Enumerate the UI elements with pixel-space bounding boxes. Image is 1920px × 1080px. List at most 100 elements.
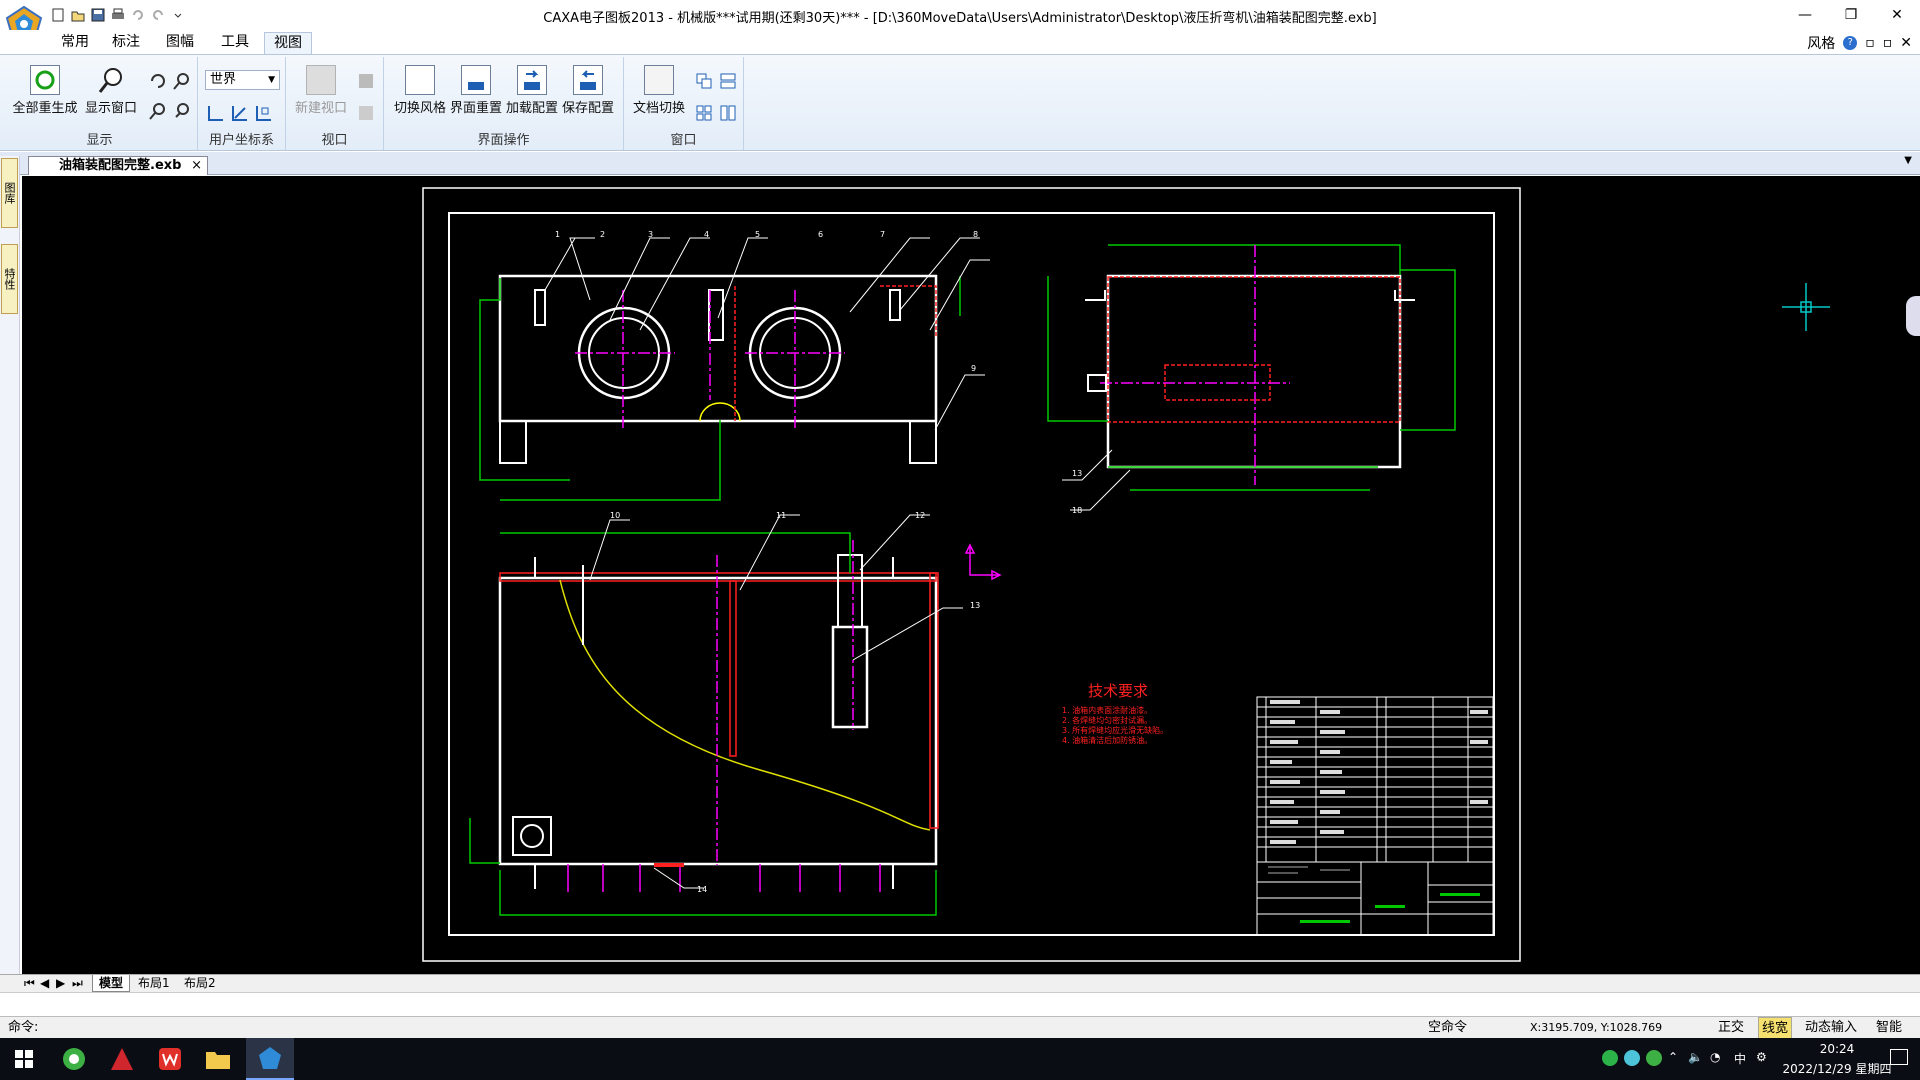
ucs-select[interactable]: 世界 ▼ <box>205 70 280 90</box>
browser-360-icon[interactable] <box>50 1038 98 1080</box>
tab-view[interactable]: 视图 <box>264 32 312 54</box>
zoom-icon[interactable] <box>172 71 192 91</box>
doc-switch-button[interactable]: 文档切换 <box>628 65 690 116</box>
windows-start-icon[interactable] <box>0 1038 48 1080</box>
first-tab-icon[interactable]: ⏮ <box>24 976 35 991</box>
ime-mode-icon[interactable]: ⚙ <box>1756 1050 1767 1064</box>
layout-tab-model[interactable]: 模型 <box>92 975 131 992</box>
notification-icon[interactable] <box>1890 1049 1908 1065</box>
autocad-icon[interactable] <box>98 1038 146 1080</box>
dynamic-input-toggle[interactable]: 动态输入 <box>1805 1017 1857 1038</box>
tray-chevron-icon[interactable]: ⌃ <box>1668 1050 1678 1064</box>
layout-tab-bar: ⏮ ◀ ▶ ⏭ 模型 布局1 布局2 <box>0 974 1920 992</box>
reset-ui-label: 界面重置 <box>449 101 502 116</box>
command-history[interactable] <box>0 992 1920 1016</box>
new-viewport-button[interactable]: 新建视口 <box>292 65 350 116</box>
caxa-taskbar-icon[interactable] <box>246 1038 294 1080</box>
tab-annotate[interactable]: 标注 <box>106 32 146 54</box>
volume-icon[interactable]: 🔈 <box>1688 1050 1703 1064</box>
clock-date[interactable]: 2022/12/29 星期四 <box>1780 1060 1894 1077</box>
next-tab-icon[interactable]: ▶ <box>56 976 65 990</box>
document-tab[interactable]: 油箱装配图完整.exb × <box>28 156 208 175</box>
tech-note-3: 3. 所有焊缝均应光滑无缺陷。 <box>1062 725 1168 735</box>
library-panel-button[interactable]: 图库 <box>1 158 18 228</box>
ucs-new-icon[interactable] <box>206 103 226 123</box>
viewport-group-label: 视口 <box>321 133 348 148</box>
tile-horizontal-icon[interactable] <box>718 71 738 91</box>
callout-4: 4 <box>704 230 709 239</box>
ribbon-restore-icon[interactable]: ▫ <box>1883 35 1893 51</box>
reset-ui-icon <box>461 65 491 95</box>
windows-taskbar: ⌃ 🔈 ◔ 中 ⚙ 20:24 2022/12/29 星期四 <box>0 1038 1920 1080</box>
callout-5: 5 <box>755 230 760 239</box>
reset-ui-button[interactable]: 界面重置 <box>448 65 504 116</box>
layout-tab-1[interactable]: 布局1 <box>132 975 176 992</box>
network-icon[interactable]: ◔ <box>1710 1050 1720 1064</box>
zoom-dynamic-icon[interactable] <box>172 101 192 121</box>
file-explorer-icon[interactable] <box>194 1038 242 1080</box>
document-tab-label: 油箱装配图完整.exb <box>59 158 182 173</box>
ortho-toggle[interactable]: 正交 <box>1718 1017 1744 1038</box>
doc-switch-icon <box>644 65 674 95</box>
status-bar: 命令: 空命令 X:3195.709, Y:1028.769 正交 线宽 动态输… <box>0 1016 1920 1040</box>
regen-all-button[interactable]: 全部重生成 <box>10 65 80 116</box>
ime-indicator[interactable]: 中 <box>1734 1050 1746 1067</box>
tab-tools[interactable]: 工具 <box>215 32 255 54</box>
document-close-icon[interactable]: × <box>191 157 202 174</box>
tile-vertical-icon[interactable] <box>718 103 738 123</box>
show-window-button[interactable]: 显示窗口 <box>80 65 142 116</box>
cursor-coordinates: X:3195.709, Y:1028.769 <box>1530 1021 1663 1034</box>
ucs-switch-icon[interactable] <box>254 103 274 123</box>
tab-list-chevron-icon[interactable]: ▼ <box>1904 155 1912 166</box>
ribbon-close-icon[interactable]: ✕ <box>1900 35 1912 51</box>
close-button[interactable]: ✕ <box>1874 0 1920 30</box>
cascade-icon[interactable] <box>694 71 714 91</box>
group-window: 文档切换 窗口 <box>624 57 744 150</box>
help-icon[interactable]: ? <box>1843 36 1858 50</box>
ribbon-minimize-icon[interactable]: ▫ <box>1865 35 1875 51</box>
layout-tab-2[interactable]: 布局2 <box>178 975 222 992</box>
pan-icon[interactable] <box>148 71 168 91</box>
tray-app-icon[interactable] <box>1624 1050 1640 1066</box>
load-config-button[interactable]: 加载配置 <box>504 65 560 116</box>
window-controls: — ❐ ✕ <box>1782 0 1920 30</box>
window-title: CAXA电子图板2013 - 机械版***试用期(还剩30天)*** - [D:… <box>543 11 1377 26</box>
callout-8: 8 <box>973 230 978 239</box>
style-menu[interactable]: 风格 <box>1807 33 1835 53</box>
wps-icon[interactable] <box>146 1038 194 1080</box>
save-config-icon <box>573 65 603 95</box>
viewport-merge-icon[interactable] <box>356 103 376 123</box>
title-bar: CAXA电子图板2013 - 机械版***试用期(还剩30天)*** - [D:… <box>0 0 1920 40</box>
left-side-strip: 图库 特性 <box>0 156 20 976</box>
minimize-button[interactable]: — <box>1782 0 1828 30</box>
tech-note-2: 2. 各焊缝均匀密封试漏。 <box>1062 715 1152 725</box>
linewidth-toggle[interactable]: 线宽 <box>1758 1017 1793 1040</box>
prev-tab-icon[interactable]: ◀ <box>40 976 49 990</box>
callout-6: 6 <box>818 230 823 239</box>
callout-14: 14 <box>697 885 707 894</box>
command-input[interactable] <box>60 1017 1060 1037</box>
arrange-icons-icon[interactable] <box>694 103 714 123</box>
switch-style-button[interactable]: 切换风格 <box>392 65 448 116</box>
last-tab-icon[interactable]: ⏭ <box>72 976 83 991</box>
ucs-manage-icon[interactable] <box>230 103 250 123</box>
callout-1: 1 <box>555 230 560 239</box>
group-ucs: 世界 ▼ 用户坐标系 <box>198 57 286 150</box>
clock-time[interactable]: 20:24 <box>1792 1042 1882 1056</box>
canvas-side-handle[interactable] <box>1906 296 1920 336</box>
properties-panel-button[interactable]: 特性 <box>1 244 18 314</box>
wechat-icon[interactable] <box>1602 1050 1618 1066</box>
smart-snap-toggle[interactable]: 智能 <box>1876 1017 1902 1038</box>
switch-style-label: 切换风格 <box>393 101 446 116</box>
zoom-in-icon[interactable] <box>148 101 168 121</box>
tab-common[interactable]: 常用 <box>55 32 95 54</box>
maximize-button[interactable]: ❐ <box>1828 0 1874 30</box>
section-view <box>469 532 939 916</box>
tray-360-icon[interactable] <box>1646 1050 1662 1066</box>
chevron-down-icon: ▼ <box>268 75 275 85</box>
tab-sheet[interactable]: 图幅 <box>160 32 200 54</box>
callout-12: 12 <box>915 511 925 520</box>
save-config-button[interactable]: 保存配置 <box>560 65 616 116</box>
viewport-split-icon[interactable] <box>356 71 376 91</box>
drawing-canvas[interactable]: 技术要求 1. 油箱内表面涂耐油漆。 2. 各焊缝均匀密封试漏。 3. 所有焊缝… <box>22 176 1920 974</box>
